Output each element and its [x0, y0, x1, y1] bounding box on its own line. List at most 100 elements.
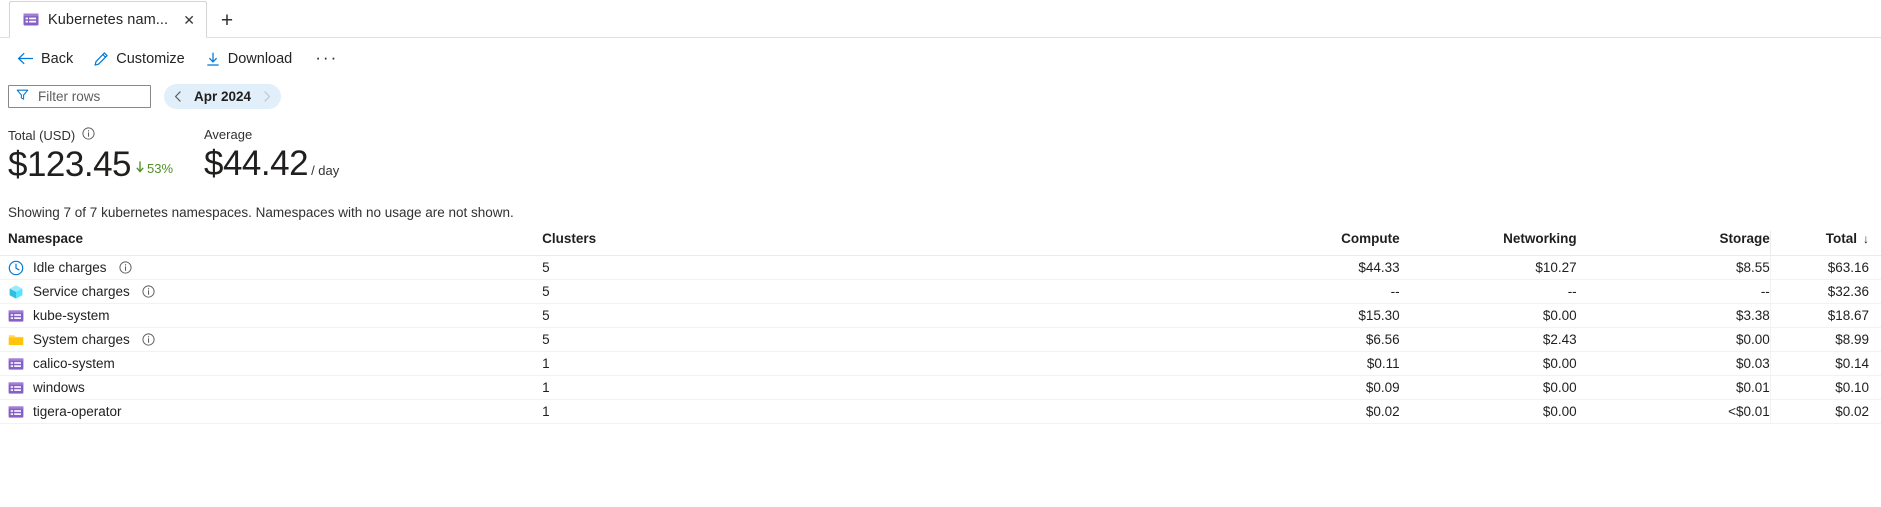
close-icon[interactable]: ✕	[183, 13, 195, 27]
column-header-clusters[interactable]: Clusters	[542, 231, 1068, 257]
search-input[interactable]	[38, 89, 144, 104]
arrow-down-icon	[134, 160, 146, 177]
table-row[interactable]: kube-system 5 $15.30 $0.00 $3.38 $18.67	[0, 303, 1881, 329]
pencil-icon	[93, 51, 109, 67]
table-body: Idle charges 5 $44.33 $10.27 $8.55 $63.16 Se…	[0, 255, 1881, 425]
cell-total: $32.36	[1769, 279, 1881, 305]
command-bar: Back Customize Download ···	[0, 38, 1881, 72]
cell-clusters: 1	[542, 399, 1068, 425]
date-range-selector: Apr 2024	[164, 84, 282, 109]
info-icon[interactable]	[142, 333, 155, 346]
browser-tab-strip: Kubernetes nam... ✕ +	[0, 0, 1881, 38]
kpi-total-value: $123.45	[8, 145, 132, 184]
kpi-average-unit: / day	[311, 163, 340, 178]
cell-total: $8.99	[1769, 327, 1881, 353]
cell-networking: $0.00	[1399, 375, 1577, 401]
tab-kubernetes-namespaces[interactable]: Kubernetes nam... ✕	[9, 1, 207, 38]
chevron-right-icon[interactable]	[257, 87, 276, 106]
cell-storage: <$0.01	[1576, 399, 1771, 425]
info-icon[interactable]	[82, 127, 95, 143]
cell-namespace: kube-system	[0, 303, 543, 329]
table-row[interactable]: System charges 5 $6.56 $2.43 $0.00 $8.99	[0, 327, 1881, 353]
namespace-icon	[8, 406, 24, 418]
cell-networking: $0.00	[1399, 351, 1577, 377]
info-icon[interactable]	[142, 285, 155, 298]
cell-namespace: System charges	[0, 327, 543, 353]
kpi-average-label-row: Average	[204, 127, 339, 142]
clock-icon	[8, 260, 24, 275]
namespace-cell-content: System charges	[8, 332, 542, 348]
cell-storage: $0.03	[1576, 351, 1771, 377]
download-button[interactable]: Download	[198, 47, 302, 71]
filter-rows-field[interactable]	[8, 85, 151, 108]
download-button-label: Download	[227, 50, 293, 67]
cell-networking: $10.27	[1399, 255, 1577, 281]
column-header-total[interactable]: Total ↓	[1769, 231, 1881, 257]
date-range-label: Apr 2024	[194, 89, 252, 104]
cell-clusters: 5	[542, 279, 1068, 305]
funnel-icon	[16, 88, 29, 106]
cell-total: $18.67	[1769, 303, 1881, 329]
cell-storage: $0.01	[1576, 375, 1771, 401]
kpi-total-value-row: $123.45 53%	[8, 145, 204, 184]
kpi-average-value-row: $44.42 / day	[204, 144, 339, 183]
cell-networking: $0.00	[1399, 303, 1577, 329]
info-icon[interactable]	[118, 261, 132, 274]
kpi-total-delta: 53%	[134, 160, 173, 177]
column-header-storage[interactable]: Storage	[1576, 231, 1771, 257]
column-header-compute[interactable]: Compute	[1067, 231, 1400, 257]
customize-button[interactable]: Customize	[86, 47, 194, 71]
column-header-networking[interactable]: Networking	[1399, 231, 1577, 257]
back-arrow-icon	[17, 51, 34, 66]
cell-storage: --	[1576, 279, 1771, 305]
table-row[interactable]: Idle charges 5 $44.33 $10.27 $8.55 $63.16	[0, 255, 1881, 281]
cell-namespace: calico-system	[0, 351, 543, 377]
cell-networking: $2.43	[1399, 327, 1577, 353]
namespace-cell-content: calico-system	[8, 356, 542, 372]
more-commands-button[interactable]: ···	[305, 49, 348, 67]
table-row[interactable]: calico-system 1 $0.11 $0.00 $0.03 $0.14	[0, 351, 1881, 377]
cell-namespace: Idle charges	[0, 255, 543, 281]
new-tab-button[interactable]: +	[221, 10, 233, 31]
cell-namespace: windows	[0, 375, 543, 401]
column-header-namespace[interactable]: Namespace	[0, 231, 543, 257]
namespace-cell-content: kube-system	[8, 308, 542, 324]
back-button[interactable]: Back	[10, 47, 82, 71]
namespace-label: System charges	[33, 332, 130, 348]
namespace-icon	[8, 382, 24, 394]
namespace-icon	[8, 310, 24, 322]
table-row[interactable]: tigera-operator 1 $0.02 $0.00 <$0.01 $0.02	[0, 399, 1881, 425]
table-row[interactable]: windows 1 $0.09 $0.00 $0.01 $0.10	[0, 375, 1881, 401]
cell-compute: $6.56	[1067, 327, 1400, 353]
tab-title: Kubernetes nam...	[48, 11, 169, 28]
namespace-label: kube-system	[33, 308, 110, 324]
namespace-label: Idle charges	[33, 260, 107, 276]
namespace-cell-content: windows	[8, 380, 542, 396]
cell-namespace: tigera-operator	[0, 399, 543, 425]
namespace-icon	[23, 12, 39, 27]
cube-icon	[9, 284, 23, 299]
cell-compute: $44.33	[1067, 255, 1400, 281]
column-header-total-label: Total	[1825, 231, 1857, 247]
chevron-left-icon[interactable]	[169, 87, 188, 106]
cell-networking: $0.00	[1399, 399, 1577, 425]
namespace-label: calico-system	[33, 356, 115, 372]
cell-networking: --	[1399, 279, 1577, 305]
table-header: Namespace Clusters Compute Networking St…	[0, 231, 1881, 257]
kpi-summary: Total (USD) $123.45 53% Average $44.42 /…	[0, 109, 1881, 184]
kpi-total: Total (USD) $123.45 53%	[8, 127, 204, 184]
namespace-icon	[8, 358, 24, 370]
namespace-cell-content: Idle charges	[8, 260, 542, 276]
cell-storage: $0.00	[1576, 327, 1771, 353]
namespace-label: windows	[33, 380, 85, 396]
cell-compute: $0.02	[1067, 399, 1400, 425]
showing-summary-text: Showing 7 of 7 kubernetes namespaces. Na…	[8, 205, 514, 221]
cell-clusters: 5	[542, 255, 1068, 281]
cell-storage: $8.55	[1576, 255, 1771, 281]
filter-bar: Apr 2024	[0, 72, 1881, 109]
cell-clusters: 1	[542, 351, 1068, 377]
table-row[interactable]: Service charges 5 -- -- -- $32.36	[0, 279, 1881, 305]
cell-storage: $3.38	[1576, 303, 1771, 329]
kpi-average: Average $44.42 / day	[204, 127, 339, 183]
cell-compute: $15.30	[1067, 303, 1400, 329]
